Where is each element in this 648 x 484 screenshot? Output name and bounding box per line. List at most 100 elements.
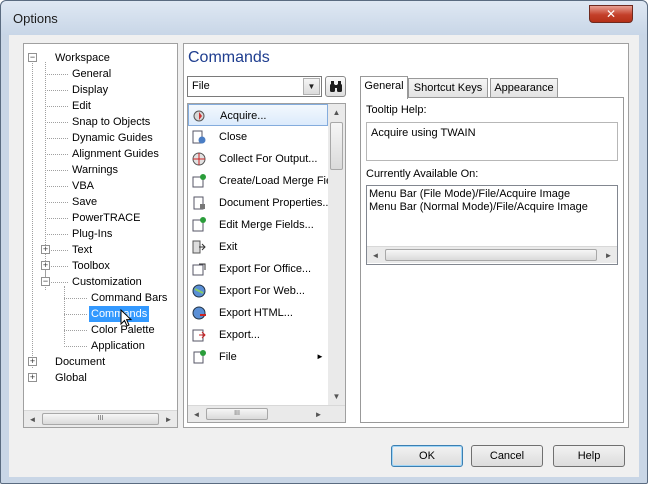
command-item[interactable]: Export For Web... xyxy=(188,280,328,302)
tree-item[interactable]: Toolbox xyxy=(70,258,112,274)
help-button[interactable]: Help xyxy=(553,445,625,467)
list-item[interactable]: Menu Bar (Normal Mode)/File/Acquire Imag… xyxy=(369,201,588,213)
chevron-down-icon[interactable]: ▼ xyxy=(303,78,320,95)
file-menu-icon xyxy=(191,349,207,365)
hscroll-thumb[interactable]: III xyxy=(206,408,268,420)
document-properties-icon xyxy=(191,195,207,211)
edit-merge-icon xyxy=(191,217,207,233)
command-item[interactable]: Export HTML... xyxy=(188,302,328,324)
tree-item[interactable]: Warnings xyxy=(70,162,120,178)
tree-item[interactable]: Alignment Guides xyxy=(70,146,161,162)
window-title: Options xyxy=(13,11,58,26)
tree-guide-line xyxy=(45,218,68,219)
scroll-right-icon[interactable]: ► xyxy=(160,411,177,427)
available-on-list[interactable]: Menu Bar (File Mode)/File/Acquire Image … xyxy=(366,185,618,265)
command-item[interactable]: Acquire... xyxy=(188,104,328,126)
tree-guide-line xyxy=(64,314,87,315)
tree-guide-line xyxy=(45,74,68,75)
cancel-button[interactable]: Cancel xyxy=(471,445,543,467)
tree-item[interactable]: Display xyxy=(70,82,110,98)
tree-item[interactable]: Command Bars xyxy=(89,290,169,306)
tree-guide-line xyxy=(64,330,87,331)
find-command-button[interactable] xyxy=(325,76,346,97)
tree-item[interactable]: Document xyxy=(53,354,107,370)
category-dropdown[interactable]: File ▼ xyxy=(187,76,322,97)
available-hscroll-thumb[interactable] xyxy=(385,249,597,261)
command-label: Close xyxy=(219,131,248,143)
list-item[interactable]: Menu Bar (File Mode)/File/Acquire Image xyxy=(369,188,570,200)
command-label: Acquire... xyxy=(220,110,267,122)
command-label: Collect For Output... xyxy=(219,153,318,165)
tree-item[interactable]: General xyxy=(70,66,113,82)
tab-shortcut-keys[interactable]: Shortcut Keys xyxy=(408,78,488,98)
general-tab-panel: Tooltip Help: Acquire using TWAIN Curren… xyxy=(360,97,624,423)
scroll-left-icon[interactable]: ◄ xyxy=(188,406,205,422)
tooltip-help-value: Acquire using TWAIN xyxy=(371,127,476,139)
scroll-right-icon[interactable]: ► xyxy=(600,247,617,263)
commands-vscrollbar[interactable]: ▲ ▼ xyxy=(328,104,345,405)
collapse-icon[interactable]: − xyxy=(41,277,50,286)
vscroll-thumb[interactable] xyxy=(330,122,343,170)
collapse-icon[interactable]: − xyxy=(28,53,37,62)
tree-guide-line xyxy=(64,346,87,347)
commands-list[interactable]: Acquire... Close Collect For Output... Crea… xyxy=(187,103,346,423)
tree-item[interactable]: PowerTRACE xyxy=(70,210,142,226)
tree-guide-line xyxy=(45,90,68,91)
tree-item[interactable]: Snap to Objects xyxy=(70,114,152,130)
scroll-thumb[interactable]: III xyxy=(42,413,159,425)
tree-item[interactable]: Text xyxy=(70,242,94,258)
tree-item[interactable]: Application xyxy=(89,338,147,354)
exit-icon xyxy=(191,239,207,255)
tree-item[interactable]: Workspace xyxy=(53,50,112,66)
ok-button[interactable]: OK xyxy=(391,445,463,467)
scroll-down-icon[interactable]: ▼ xyxy=(328,388,345,404)
tree-item[interactable]: Edit xyxy=(70,98,93,114)
command-label: Exit xyxy=(219,241,238,253)
available-on-label: Currently Available On: xyxy=(366,168,479,180)
options-dialog: Options ✕ − Workspace General Display Edit Sn… xyxy=(0,0,648,484)
command-label: Export For Web... xyxy=(219,285,305,297)
command-item[interactable]: Close xyxy=(188,126,328,148)
command-label: Edit Merge Fields... xyxy=(219,219,314,231)
command-item[interactable]: Create/Load Merge Fie xyxy=(188,170,328,192)
command-item[interactable]: File ► xyxy=(188,346,328,368)
command-item[interactable]: Exit xyxy=(188,236,328,258)
close-icon: ✕ xyxy=(605,7,617,21)
available-hscrollbar[interactable]: ◄ ► xyxy=(367,246,617,263)
command-item[interactable]: Export... xyxy=(188,324,328,346)
tree-item[interactable]: Global xyxy=(53,370,89,386)
tree-hscrollbar[interactable]: ◄ III ► xyxy=(24,410,177,427)
tab-appearance[interactable]: Appearance xyxy=(490,78,558,98)
command-item[interactable]: Document Properties... xyxy=(188,192,328,214)
page-title: Commands xyxy=(188,49,270,66)
expand-icon[interactable]: + xyxy=(41,261,50,270)
tree-item[interactable]: Customization xyxy=(70,274,144,290)
options-tree[interactable]: − Workspace General Display Edit Snap to Obje… xyxy=(23,43,178,428)
command-item[interactable]: Export For Office... xyxy=(188,258,328,280)
tree-item[interactable]: Dynamic Guides xyxy=(70,130,155,146)
close-button[interactable]: ✕ xyxy=(589,5,633,23)
scroll-left-icon[interactable]: ◄ xyxy=(367,247,384,263)
scroll-up-icon[interactable]: ▲ xyxy=(328,104,345,120)
tree-item[interactable]: VBA xyxy=(70,178,96,194)
tree-guide-line xyxy=(45,202,68,203)
export-office-icon xyxy=(191,261,207,277)
command-item[interactable]: Collect For Output... xyxy=(188,148,328,170)
collect-output-icon xyxy=(191,151,207,167)
tree-item[interactable]: Plug-Ins xyxy=(70,226,114,242)
command-label: Export... xyxy=(219,329,260,341)
command-item[interactable]: Edit Merge Fields... xyxy=(188,214,328,236)
tab-general[interactable]: General xyxy=(360,76,408,99)
tree-guide-line xyxy=(64,286,65,344)
tree-item[interactable]: Save xyxy=(70,194,99,210)
expand-icon[interactable]: + xyxy=(28,357,37,366)
scroll-right-icon[interactable]: ► xyxy=(310,406,327,422)
expand-icon[interactable]: + xyxy=(28,373,37,382)
acquire-icon xyxy=(192,108,208,124)
tree-guide-line xyxy=(45,154,68,155)
tooltip-help-field[interactable]: Acquire using TWAIN xyxy=(366,122,618,161)
command-label: Export For Office... xyxy=(219,263,312,275)
commands-hscrollbar[interactable]: ◄ III ► xyxy=(188,405,345,422)
scroll-left-icon[interactable]: ◄ xyxy=(24,411,41,427)
expand-icon[interactable]: + xyxy=(41,245,50,254)
